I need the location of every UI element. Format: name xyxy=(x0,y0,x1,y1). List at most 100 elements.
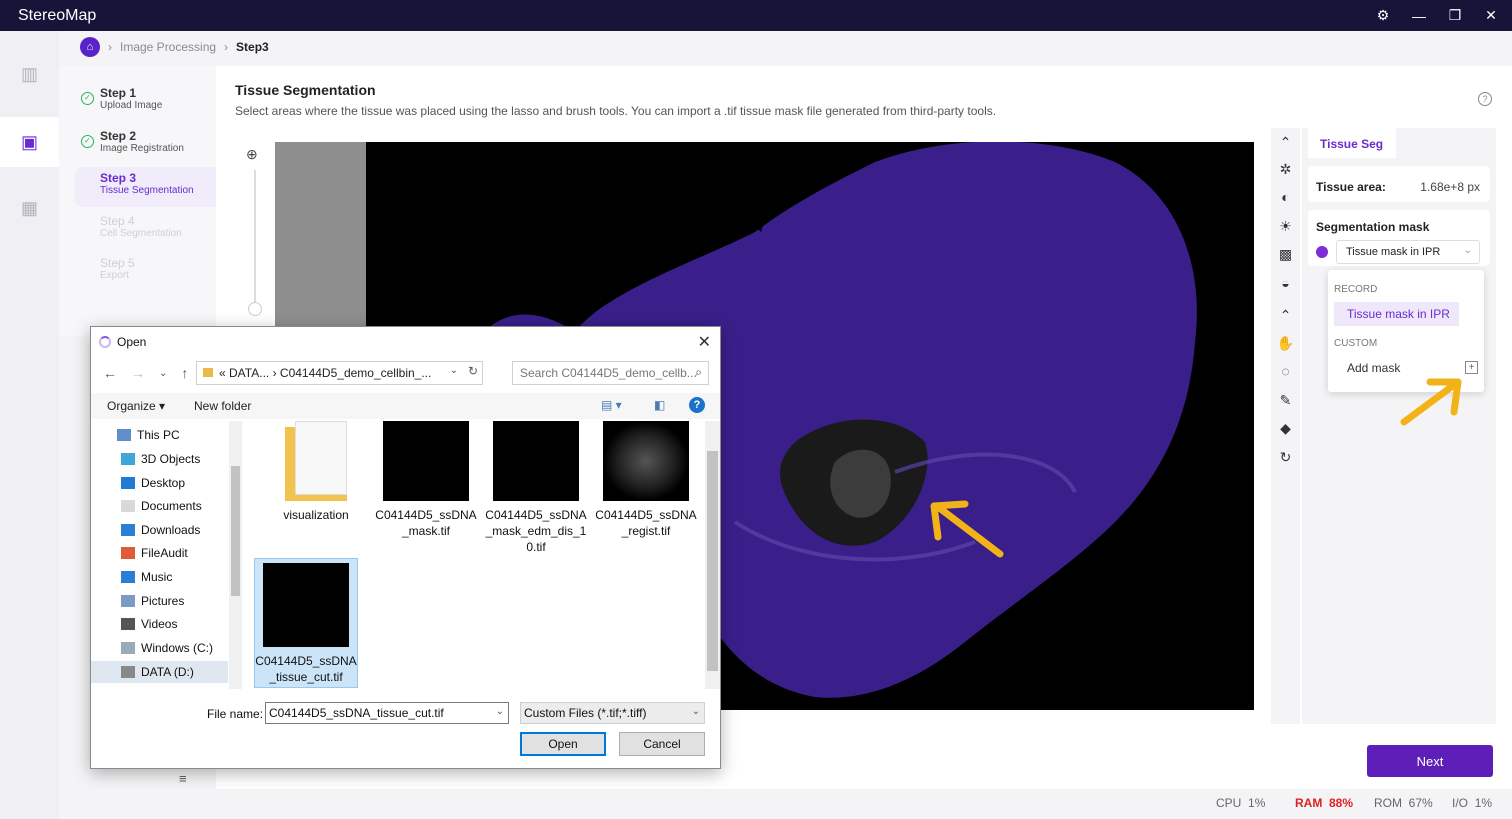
contrast-icon[interactable]: ◐ xyxy=(1271,185,1300,209)
minimize-button[interactable]: — xyxy=(1412,8,1426,24)
chevron-down-icon[interactable]: ⌄ xyxy=(496,706,504,717)
zoom-in-icon[interactable]: ⊕ xyxy=(246,146,264,163)
tree-scrollbar[interactable] xyxy=(229,421,242,689)
refresh-icon[interactable]: ↻ xyxy=(468,364,478,378)
drop-icon[interactable]: ◒ xyxy=(1271,271,1300,295)
tree-item-3d-objects[interactable]: 3D Objects xyxy=(121,449,200,469)
io-value: 1% xyxy=(1474,796,1493,810)
step-2[interactable]: ✓ Step 2 Image Registration xyxy=(75,125,216,165)
scrollbar-thumb[interactable] xyxy=(231,466,240,596)
help-icon[interactable]: ? xyxy=(1478,92,1492,106)
map-icon[interactable]: ▥ xyxy=(0,49,59,99)
file-name: C04144D5_ssDNA_mask_edm_dis_10.tif xyxy=(485,508,587,554)
file-name-value: C04144D5_ssDNA_tissue_cut.tif xyxy=(269,706,444,720)
reset-icon[interactable]: ↻ xyxy=(1271,445,1300,469)
scrollbar-thumb[interactable] xyxy=(707,451,718,671)
add-mask-option[interactable]: Add mask xyxy=(1347,361,1400,375)
collapse-menu-icon[interactable]: ≡ xyxy=(179,771,187,786)
breadcrumb-current: Step3 xyxy=(236,40,269,54)
search-input[interactable]: Search C04144D5_demo_cellb... ⌕ xyxy=(512,361,709,385)
zoom-slider-track[interactable] xyxy=(254,170,256,310)
chevron-down-icon: ⌄ xyxy=(691,706,700,717)
group-label-custom: CUSTOM xyxy=(1334,338,1378,349)
mask-select-value: Tissue mask in IPR xyxy=(1346,246,1441,258)
step-1[interactable]: ✓ Step 1 Upload Image xyxy=(75,82,216,122)
file-thumbnail xyxy=(263,563,349,647)
file-name-input[interactable]: C04144D5_ssDNA_tissue_cut.tif ⌄ xyxy=(265,702,509,724)
home-icon[interactable]: ⌂ xyxy=(80,37,100,57)
back-icon[interactable]: ← xyxy=(103,365,117,381)
tree-item-fileaudit[interactable]: FileAudit xyxy=(121,543,188,563)
computer-icon xyxy=(117,429,131,441)
drive-icon xyxy=(121,666,135,678)
tree-item-music[interactable]: Music xyxy=(121,567,172,587)
settings-icon[interactable]: ✲ xyxy=(1271,157,1300,181)
navigation-tree: This PC 3D Objects Desktop Documents Dow… xyxy=(91,421,243,689)
file-item[interactable]: C04144D5_ssDNA_regist.tif xyxy=(594,421,698,539)
step-4: Step 4 Cell Segmentation xyxy=(75,210,216,250)
new-folder-button[interactable]: New folder xyxy=(194,399,251,413)
step-title: Step 1 xyxy=(100,86,137,100)
open-button[interactable]: Open xyxy=(520,732,606,756)
gear-icon[interactable]: ⚙ xyxy=(1376,7,1390,24)
file-item[interactable]: C04144D5_ssDNA_mask_edm_dis_10.tif xyxy=(484,421,588,555)
step-title: Step 5 xyxy=(100,256,135,270)
restore-button[interactable]: ❐ xyxy=(1448,7,1462,24)
annotation-arrow xyxy=(1400,378,1462,426)
cpu-value: 1% xyxy=(1248,796,1266,810)
up-icon[interactable]: ↑ xyxy=(181,365,188,381)
file-type-select[interactable]: Custom Files (*.tif;*.tiff) ⌄ xyxy=(520,702,705,724)
image-processing-icon[interactable]: ▣ xyxy=(0,117,59,167)
file-type-value: Custom Files (*.tif;*.tiff) xyxy=(524,706,647,720)
tree-label: Desktop xyxy=(141,476,186,490)
tab-tissue-seg[interactable]: Tissue Seg xyxy=(1308,128,1396,158)
tree-item-data-d[interactable]: DATA (D:) xyxy=(91,661,228,683)
cpu-status: CPU 1% xyxy=(1216,796,1265,812)
view-options-icon[interactable]: ▤ ▾ xyxy=(601,398,622,412)
next-button[interactable]: Next xyxy=(1367,745,1493,777)
help-icon[interactable]: ? xyxy=(689,397,705,413)
forward-icon[interactable]: → xyxy=(131,365,145,381)
mask-option[interactable]: Tissue mask in IPR xyxy=(1334,302,1459,326)
window-controls: ⚙ — ❐ ✕ xyxy=(1376,0,1498,31)
step-title: Step 3 xyxy=(100,171,137,185)
step-3[interactable]: Step 3 Tissue Segmentation xyxy=(75,167,216,207)
apps-grid-icon[interactable]: ▦ xyxy=(0,183,59,233)
chevron-down-icon[interactable]: ⌄ xyxy=(450,365,458,376)
organize-menu[interactable]: Organize ▾ xyxy=(107,399,165,413)
step-title: Step 4 xyxy=(100,214,135,228)
tree-item-videos[interactable]: Videos xyxy=(121,614,177,634)
tree-item-pictures[interactable]: Pictures xyxy=(121,591,184,611)
tree-item-downloads[interactable]: Downloads xyxy=(121,520,200,540)
close-button[interactable]: ✕ xyxy=(1484,7,1498,24)
tree-item-this-pc[interactable]: This PC xyxy=(117,425,180,445)
file-item[interactable]: C04144D5_ssDNA_mask.tif xyxy=(374,421,478,539)
hand-icon[interactable]: ✋ xyxy=(1271,331,1300,355)
file-list-scrollbar[interactable] xyxy=(705,421,720,689)
mask-select[interactable]: Tissue mask in IPR ⌄ xyxy=(1336,240,1480,264)
cancel-button[interactable]: Cancel xyxy=(619,732,705,756)
tree-item-desktop[interactable]: Desktop xyxy=(121,473,185,493)
close-icon[interactable]: ✕ xyxy=(698,332,711,352)
step-subtitle: Image Registration xyxy=(100,143,184,154)
file-item-selected[interactable]: C04144D5_ssDNA_tissue_cut.tif xyxy=(254,558,358,688)
brightness-icon[interactable]: ☀ xyxy=(1271,214,1300,238)
address-bar[interactable]: « DATA... › C04144D5_demo_cellbin_... ⌄ … xyxy=(196,361,483,385)
collapse-up-icon[interactable]: ⌃ xyxy=(1271,130,1300,154)
mask-color-dot xyxy=(1316,246,1328,258)
collapse-up-icon[interactable]: ⌃ xyxy=(1271,303,1300,327)
lasso-icon[interactable]: ◌ xyxy=(1271,359,1300,383)
tree-item-windows-c[interactable]: Windows (C:) xyxy=(121,638,213,658)
music-icon xyxy=(121,571,135,583)
tree-item-documents[interactable]: Documents xyxy=(121,496,202,516)
chevron-down-icon[interactable]: ⌄ xyxy=(159,365,167,381)
breadcrumb-item[interactable]: Image Processing xyxy=(120,40,216,54)
io-label: I/O xyxy=(1452,796,1469,810)
tree-label: Music xyxy=(141,570,173,584)
file-item-folder[interactable]: visualization xyxy=(264,421,368,523)
eraser-icon[interactable]: ◆ xyxy=(1271,416,1300,440)
brush-icon[interactable]: ✎ xyxy=(1271,388,1300,412)
zoom-slider-knob[interactable] xyxy=(248,302,262,316)
checker-icon[interactable]: ▩ xyxy=(1271,242,1300,266)
preview-pane-icon[interactable]: ◧ xyxy=(654,398,665,412)
